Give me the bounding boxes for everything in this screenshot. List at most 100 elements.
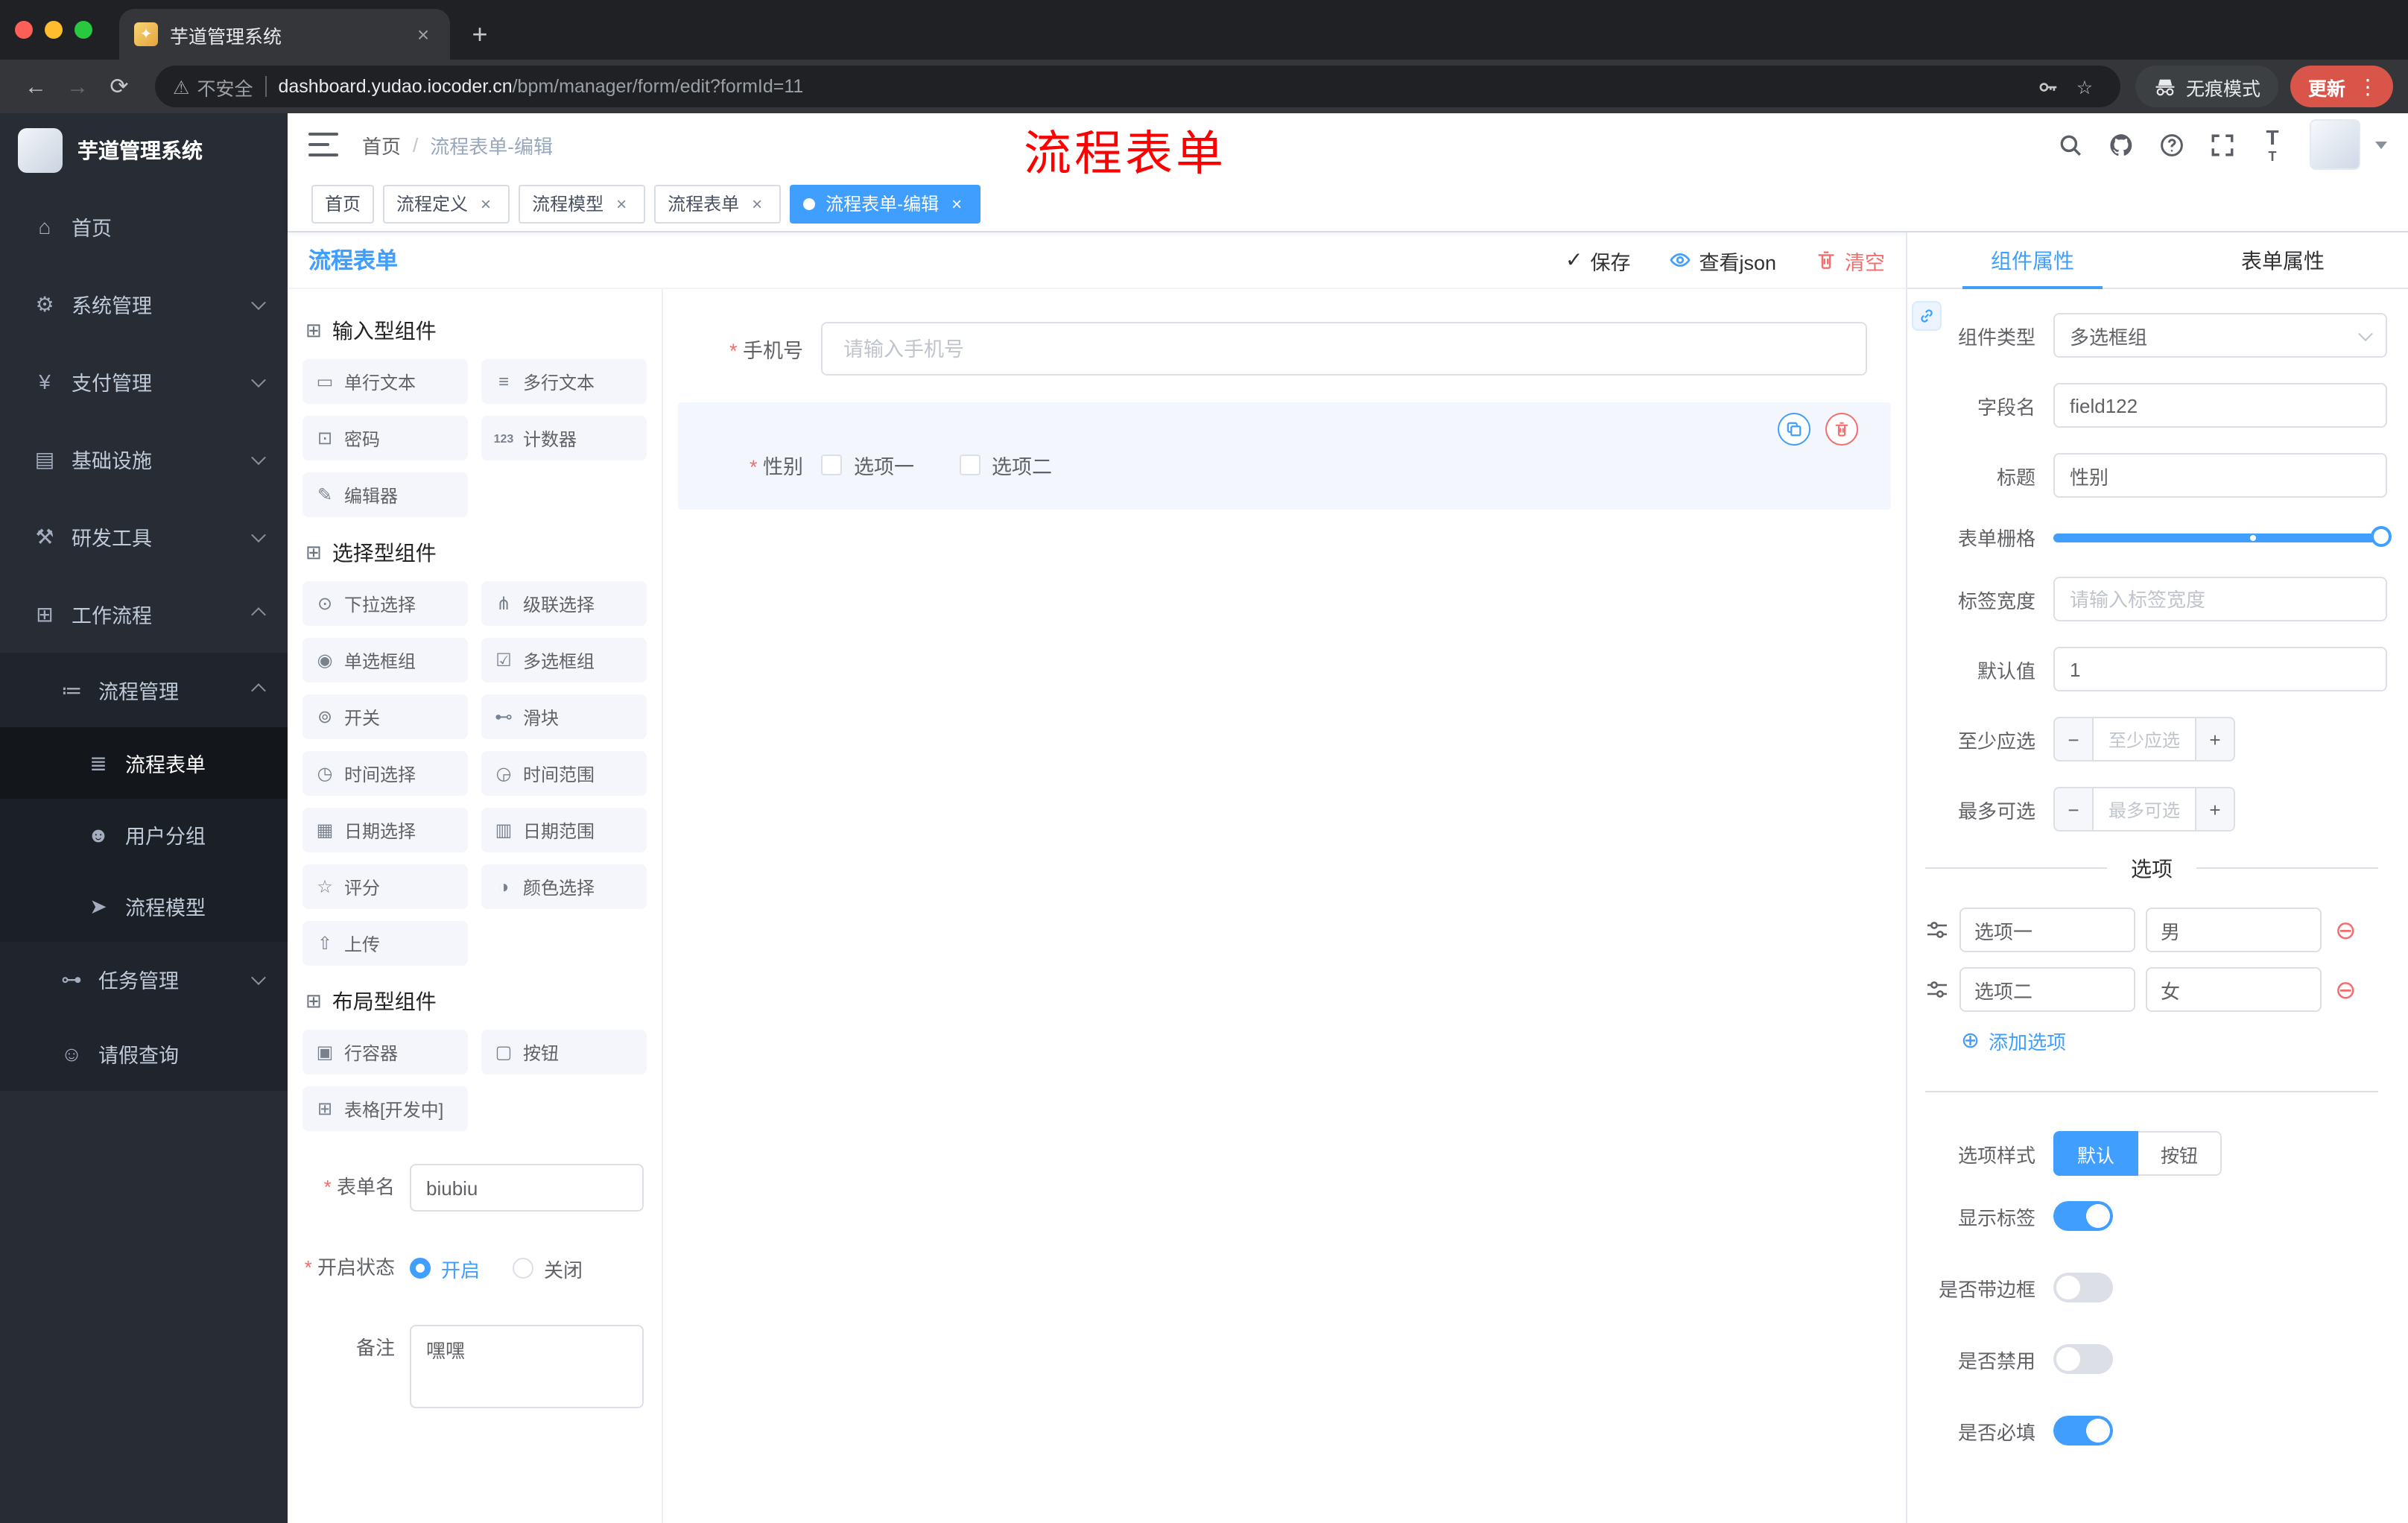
clear-button[interactable]: 清空 <box>1815 245 1885 275</box>
style-button-button[interactable]: 按钮 <box>2138 1131 2222 1176</box>
tab-close-icon[interactable]: × <box>411 22 435 46</box>
password-key-icon[interactable] <box>2031 69 2067 104</box>
delete-field-button[interactable] <box>1825 413 1858 446</box>
with-border-toggle[interactable] <box>2053 1273 2113 1302</box>
checkbox-option-2[interactable]: 选项二 <box>959 450 1052 480</box>
sidebar-item-process-mgmt[interactable]: ≔ 流程管理 <box>0 653 288 727</box>
field-name-input[interactable] <box>2053 383 2387 428</box>
drag-handle-icon[interactable] <box>1925 918 1949 942</box>
sidebar-item-system[interactable]: ⚙ 系统管理 <box>0 265 288 343</box>
close-icon[interactable]: × <box>946 193 967 214</box>
component-type-select[interactable]: 多选框组 <box>2053 313 2387 358</box>
option-label-input[interactable] <box>1959 967 2135 1012</box>
address-bar[interactable]: ⚠ 不安全 dashboard.yudao.iocoder.cn/bpm/man… <box>155 66 2120 107</box>
component-slider[interactable]: ⊷ 滑块 <box>481 694 647 739</box>
component-row-container[interactable]: ▣ 行容器 <box>302 1030 468 1074</box>
min-select-value[interactable]: 至少应选 <box>2094 718 2195 760</box>
save-button[interactable]: ✓ 保存 <box>1565 245 1630 275</box>
minus-button[interactable]: − <box>2055 718 2094 760</box>
copy-field-button[interactable] <box>1778 413 1810 446</box>
sidebar-item-home[interactable]: ⌂ 首页 <box>0 188 288 265</box>
browser-update-button[interactable]: 更新 ⋮ <box>2290 66 2393 107</box>
component-radio-group[interactable]: ◉ 单选框组 <box>302 638 468 683</box>
sidebar-item-leave-query[interactable]: ☺ 请假查询 <box>0 1016 288 1091</box>
tag-process-model[interactable]: 流程模型 × <box>519 184 646 223</box>
status-radio-closed[interactable]: 关闭 <box>513 1254 583 1282</box>
sidebar-item-process-form[interactable]: ≣ 流程表单 <box>0 727 288 799</box>
fullscreen-icon[interactable] <box>2202 125 2241 164</box>
sidebar-item-user-group[interactable]: ☻ 用户分组 <box>0 799 288 870</box>
add-option-button[interactable]: ⊕ 添加选项 <box>1961 1027 2387 1055</box>
sidebar-item-workflow[interactable]: ⊞ 工作流程 <box>0 575 288 653</box>
new-tab-button[interactable]: + <box>459 13 501 55</box>
remove-option-icon[interactable]: ⊖ <box>2335 977 2357 1002</box>
component-cascader[interactable]: ⋔ 级联选择 <box>481 581 647 626</box>
component-editor[interactable]: ✎ 编辑器 <box>302 472 468 517</box>
avatar[interactable] <box>2310 119 2360 170</box>
max-select-value[interactable]: 最多可选 <box>2094 788 2195 830</box>
close-icon[interactable]: × <box>747 193 767 214</box>
tag-home[interactable]: 首页 <box>311 184 375 223</box>
form-remark-textarea[interactable]: 嘿嘿 <box>410 1325 644 1408</box>
component-checkbox-group[interactable]: ☑ 多选框组 <box>481 638 647 683</box>
security-chip[interactable]: ⚠ 不安全 <box>173 72 253 101</box>
phone-input[interactable] <box>821 322 1867 376</box>
reload-button[interactable]: ⟳ <box>98 66 140 107</box>
close-icon[interactable]: × <box>475 193 496 214</box>
label-width-input[interactable] <box>2053 577 2387 621</box>
sidebar-item-process-model[interactable]: ➤ 流程模型 <box>0 870 288 942</box>
sidebar-item-task-mgmt[interactable]: ⊶ 任务管理 <box>0 942 288 1016</box>
form-grid-slider[interactable] <box>2053 525 2392 546</box>
component-button[interactable]: ▢ 按钮 <box>481 1030 647 1074</box>
canvas-field-phone[interactable]: 手机号 <box>678 310 1891 387</box>
minimize-window-button[interactable] <box>45 21 63 39</box>
slider-handle[interactable] <box>2371 525 2392 546</box>
tag-process-form-edit[interactable]: 流程表单-编辑 × <box>790 184 981 223</box>
disabled-toggle[interactable] <box>2053 1344 2113 1374</box>
forward-button[interactable]: → <box>57 66 98 107</box>
remove-option-icon[interactable]: ⊖ <box>2335 917 2357 943</box>
browser-menu-icon[interactable]: ⋮ <box>2351 74 2384 99</box>
component-upload[interactable]: ⇧ 上传 <box>302 921 468 966</box>
plus-button[interactable]: + <box>2195 718 2234 760</box>
link-icon[interactable] <box>1912 301 1942 331</box>
form-canvas[interactable]: 手机号 <box>663 289 1906 1523</box>
github-icon[interactable] <box>2101 125 2140 164</box>
help-icon[interactable] <box>2152 125 2190 164</box>
form-name-input[interactable] <box>410 1164 644 1212</box>
sidebar-item-payment[interactable]: ¥ 支付管理 <box>0 343 288 420</box>
option-value-input[interactable] <box>2146 967 2322 1012</box>
component-dropdown[interactable]: ⊙ 下拉选择 <box>302 581 468 626</box>
sidebar-toggle-icon[interactable] <box>308 133 338 156</box>
close-icon[interactable]: × <box>611 193 632 214</box>
browser-tab[interactable]: ✦ 芋道管理系统 × <box>119 9 450 60</box>
font-size-icon[interactable]: TT <box>2253 125 2292 164</box>
minus-button[interactable]: − <box>2055 788 2094 830</box>
option-value-input[interactable] <box>2146 908 2322 952</box>
view-json-button[interactable]: 查看json <box>1669 245 1776 275</box>
component-multi-line-text[interactable]: ≡ 多行文本 <box>481 359 647 404</box>
tab-component-props[interactable]: 组件属性 <box>1907 232 2158 289</box>
sidebar-item-infra[interactable]: ▤ 基础设施 <box>0 420 288 498</box>
component-table[interactable]: ⊞ 表格[开发中] <box>302 1086 468 1131</box>
required-toggle[interactable] <box>2053 1416 2113 1446</box>
component-password[interactable]: ⊡ 密码 <box>302 416 468 460</box>
close-window-button[interactable] <box>15 21 33 39</box>
tab-form-props[interactable]: 表单属性 <box>2158 232 2408 288</box>
canvas-field-gender-selected[interactable]: 性别 选项一 选项二 <box>678 402 1891 510</box>
back-button[interactable]: ← <box>15 66 57 107</box>
checkbox-option-1[interactable]: 选项一 <box>821 450 914 480</box>
title-input[interactable] <box>2053 453 2387 498</box>
breadcrumb-root[interactable]: 首页 <box>362 130 401 159</box>
component-single-line-text[interactable]: ▭ 单行文本 <box>302 359 468 404</box>
search-icon[interactable] <box>2050 125 2089 164</box>
default-value-input[interactable] <box>2053 647 2387 691</box>
zoom-window-button[interactable] <box>75 21 92 39</box>
avatar-caret-icon[interactable] <box>2375 141 2387 148</box>
component-switch[interactable]: ⊚ 开关 <box>302 694 468 739</box>
component-rate[interactable]: ☆ 评分 <box>302 864 468 909</box>
component-time-range[interactable]: ◶ 时间范围 <box>481 751 647 796</box>
tag-process-form[interactable]: 流程表单 × <box>654 184 782 223</box>
component-date-picker[interactable]: ▦ 日期选择 <box>302 808 468 852</box>
option-label-input[interactable] <box>1959 908 2135 952</box>
